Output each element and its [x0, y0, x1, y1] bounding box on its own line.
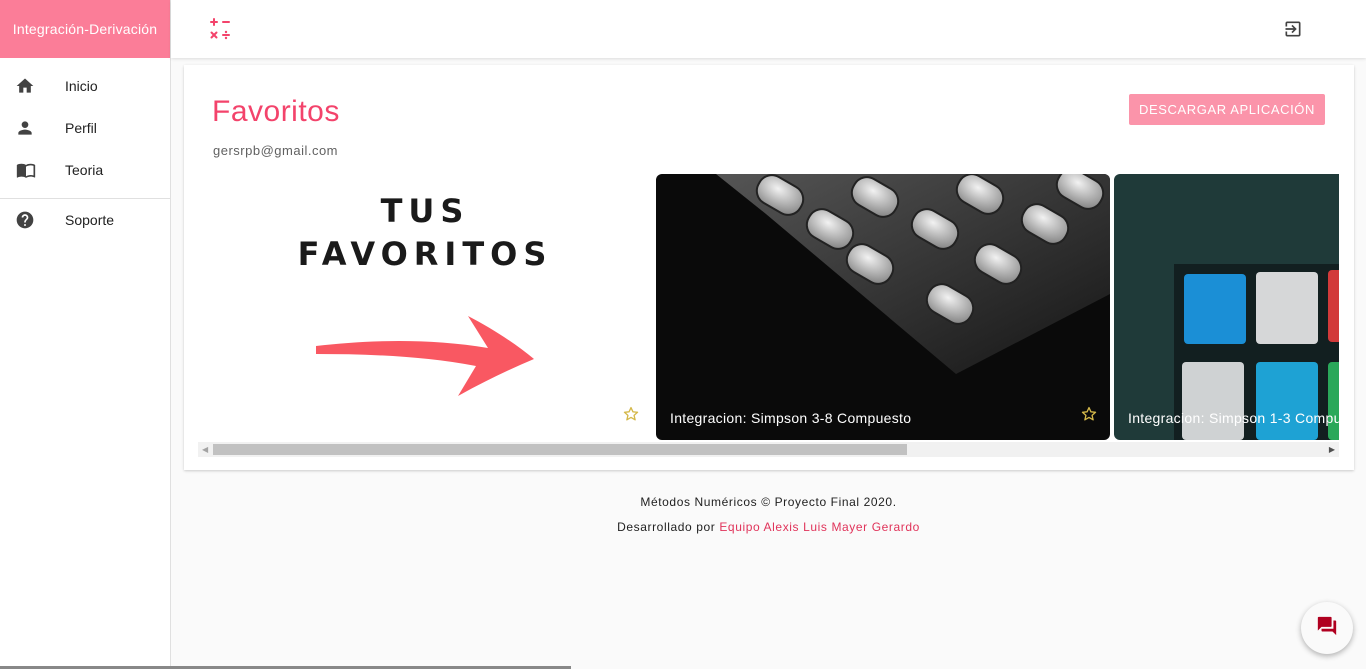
favorites-banner-tile[interactable]: TUS FAVORITOS — [198, 174, 652, 440]
scroll-right-icon[interactable]: ▶ — [1329, 445, 1335, 454]
help-icon — [0, 210, 65, 230]
sidebar-item-soporte[interactable]: Soporte — [0, 199, 170, 241]
user-email: gersrpb@gmail.com — [213, 143, 339, 158]
sidebar-item-perfil[interactable]: Perfil — [0, 107, 170, 149]
favorites-carousel[interactable]: TUS FAVORITOS Integracion: Simpson 3-8 C… — [198, 174, 1339, 440]
sidebar-item-label: Perfil — [65, 120, 97, 136]
sidebar-item-inicio[interactable]: Inicio — [0, 65, 170, 107]
arrow-right-icon — [316, 316, 534, 396]
footer-copyright: Métodos Numéricos © Proyecto Final 2020. — [640, 495, 897, 509]
carousel-scrollbar[interactable]: ◀ ▶ — [198, 442, 1339, 457]
logout-icon[interactable] — [1283, 19, 1303, 44]
scroll-left-icon[interactable]: ◀ — [202, 445, 208, 454]
person-icon — [0, 118, 65, 138]
calculator-photo — [716, 174, 1110, 374]
footer-credits: Desarrollado por Equipo Alexis Luis Maye… — [171, 520, 1366, 534]
favorite-tile-simpson-1-3[interactable]: Integracion: Simpson 1-3 Compuesto — [1114, 174, 1339, 440]
chat-icon — [1316, 615, 1338, 642]
sidebar-item-teoria[interactable]: Teoria — [0, 149, 170, 191]
rubik-photo — [1174, 264, 1339, 440]
book-icon — [0, 160, 65, 180]
favorite-tile-simpson-3-8[interactable]: Integracion: Simpson 3-8 Compuesto — [656, 174, 1110, 440]
tile-caption: Integracion: Simpson 3-8 Compuesto — [670, 410, 912, 426]
sidebar-item-label: Soporte — [65, 212, 115, 228]
banner-text-line1: TUS — [380, 192, 470, 230]
banner-text-line2: FAVORITOS — [297, 235, 553, 273]
app-brand[interactable]: Integración-Derivación — [0, 0, 170, 58]
favorite-star-icon[interactable] — [622, 405, 640, 428]
chat-button[interactable] — [1301, 602, 1353, 654]
tile-caption: Integracion: Simpson 1-3 Compuesto — [1128, 410, 1339, 426]
footer-credits-prefix: Desarrollado por — [617, 520, 716, 534]
favorites-card: Favoritos gersrpb@gmail.com DESCARGAR AP… — [184, 65, 1354, 470]
scrollbar-thumb[interactable] — [213, 444, 907, 455]
top-bar — [171, 0, 1366, 58]
calculator-icon[interactable] — [208, 17, 232, 46]
home-icon — [0, 76, 65, 96]
favorite-star-icon[interactable] — [1080, 405, 1098, 428]
footer-team-link[interactable]: Equipo Alexis Luis Mayer Gerardo — [719, 520, 920, 534]
sidebar-item-label: Teoria — [65, 162, 104, 178]
download-app-button[interactable]: DESCARGAR APLICACIÓN — [1129, 94, 1325, 125]
sidebar: Integración-Derivación Inicio Perfil Teo… — [0, 0, 171, 669]
sidebar-item-label: Inicio — [65, 78, 98, 94]
page-title: Favoritos — [212, 95, 340, 128]
